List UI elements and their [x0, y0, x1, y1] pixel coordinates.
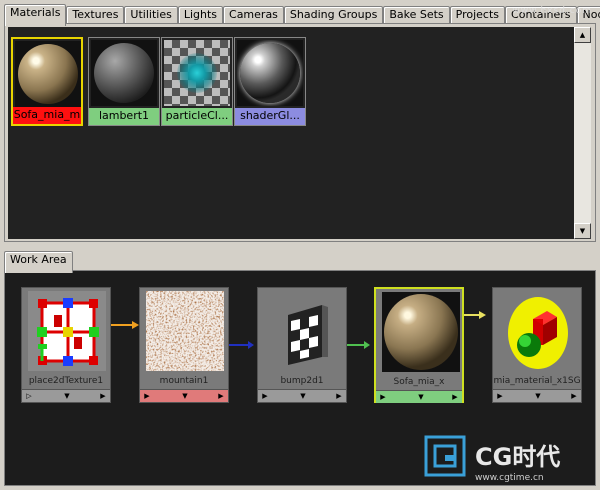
output-port-icon[interactable]: ▶: [450, 391, 460, 403]
material-swatch-shaderglow[interactable]: shaderGl...: [234, 37, 306, 126]
material-swatch-particle[interactable]: particleCl...: [161, 37, 233, 126]
materials-area[interactable]: Sofa_mia_m lambert1 particleCl... shader…: [8, 27, 574, 239]
node-footer: ▶ ▼ ▶: [140, 389, 228, 402]
node-label: bump2d1: [280, 376, 324, 386]
output-port-icon[interactable]: ▶: [334, 390, 344, 402]
triangle-up-icon[interactable]: ▲: [574, 27, 591, 43]
shading-group-icon: [499, 291, 577, 371]
arrow-head-icon: [479, 311, 486, 319]
node-label: place2dTexture1: [28, 376, 104, 386]
expand-triangle-icon[interactable]: ▼: [291, 390, 315, 402]
material-label: particleCl...: [162, 108, 232, 125]
material-label: lambert1: [89, 108, 159, 125]
watermark-top: www.hxsd.com: [512, 6, 592, 16]
output-port-icon[interactable]: ▶: [98, 390, 108, 402]
output-port-icon[interactable]: ▶: [569, 390, 579, 402]
input-port-icon[interactable]: ▶: [495, 390, 505, 402]
expand-triangle-icon[interactable]: ▼: [55, 390, 79, 402]
expand-triangle-icon[interactable]: ▼: [409, 391, 433, 403]
node-mountain[interactable]: mountain1 ▶ ▼ ▶: [139, 287, 229, 403]
node-label: mia_material_x1SG: [493, 376, 581, 386]
material-swatch-sofa[interactable]: Sofa_mia_m: [11, 37, 83, 126]
node-footer: ▶ ▼ ▶: [376, 390, 462, 403]
materials-panel: Sofa_mia_m lambert1 particleCl... shader…: [4, 23, 596, 242]
watermark-bottom: www.cgtime.cn: [475, 473, 544, 483]
node-label: Sofa_mia_x: [393, 377, 445, 387]
arrow-head-icon: [132, 321, 139, 329]
bump-icon: [264, 291, 342, 371]
node-footer: ▷ ▼ ▶: [22, 389, 110, 402]
node-place2dtexture[interactable]: place2dTexture1 ▷ ▼ ▶: [21, 287, 111, 403]
tab-materials[interactable]: Materials: [4, 4, 67, 26]
material-label: Sofa_mia_m: [13, 107, 81, 124]
sphere-thumbnail: [382, 292, 460, 372]
cgtime-logo: CG时代 www.cgtime.cn: [423, 433, 598, 485]
input-port-icon[interactable]: ▶: [378, 391, 388, 403]
cg-logo-icon: CG时代 www.cgtime.cn: [424, 435, 560, 483]
expand-triangle-icon[interactable]: ▼: [526, 390, 550, 402]
expand-triangle-icon[interactable]: ▼: [173, 390, 197, 402]
node-footer: ▶ ▼ ▶: [493, 389, 581, 402]
place2d-icon: [28, 291, 106, 371]
node-label: mountain1: [159, 376, 209, 386]
triangle-down-icon[interactable]: ▼: [574, 223, 591, 239]
work-tabbar: Work Area: [4, 251, 73, 273]
connection-shader: [464, 314, 480, 316]
top-tabbar: Materials Textures Utilities Lights Cameras S…: [4, 4, 600, 26]
connection-bump: [229, 344, 249, 346]
node-shading-group[interactable]: mia_material_x1SG ▶ ▼ ▶: [492, 287, 582, 403]
node-bump2d[interactable]: bump2d1 ▶ ▼ ▶: [257, 287, 347, 403]
particle-thumbnail: [164, 40, 230, 106]
material-label: shaderGl...: [235, 108, 305, 125]
logo-text: CG时代: [475, 443, 560, 471]
tab-work-area[interactable]: Work Area: [4, 251, 73, 273]
arrow-head-icon: [248, 341, 254, 349]
node-sofa-mia[interactable]: Sofa_mia_x ▶ ▼ ▶: [374, 287, 464, 403]
connection-uv: [111, 324, 133, 326]
material-swatch-lambert[interactable]: lambert1: [88, 37, 160, 126]
sphere-thumbnail: [91, 40, 157, 106]
vertical-scrollbar[interactable]: ▲ ▼: [574, 27, 591, 239]
arrow-head-icon: [364, 341, 370, 349]
input-port-icon[interactable]: ▶: [142, 390, 152, 402]
node-footer: ▶ ▼ ▶: [258, 389, 346, 402]
sphere-thumbnail: [237, 40, 303, 106]
sphere-thumbnail: [15, 41, 81, 107]
noise-texture-thumbnail: [146, 291, 224, 371]
output-port-icon[interactable]: ▶: [216, 390, 226, 402]
work-area[interactable]: place2dTexture1 ▷ ▼ ▶ mountain1 ▶ ▼ ▶ bu…: [4, 270, 596, 486]
connection-normal: [347, 344, 365, 346]
input-port-icon[interactable]: ▷: [24, 390, 34, 402]
input-port-icon[interactable]: ▶: [260, 390, 270, 402]
